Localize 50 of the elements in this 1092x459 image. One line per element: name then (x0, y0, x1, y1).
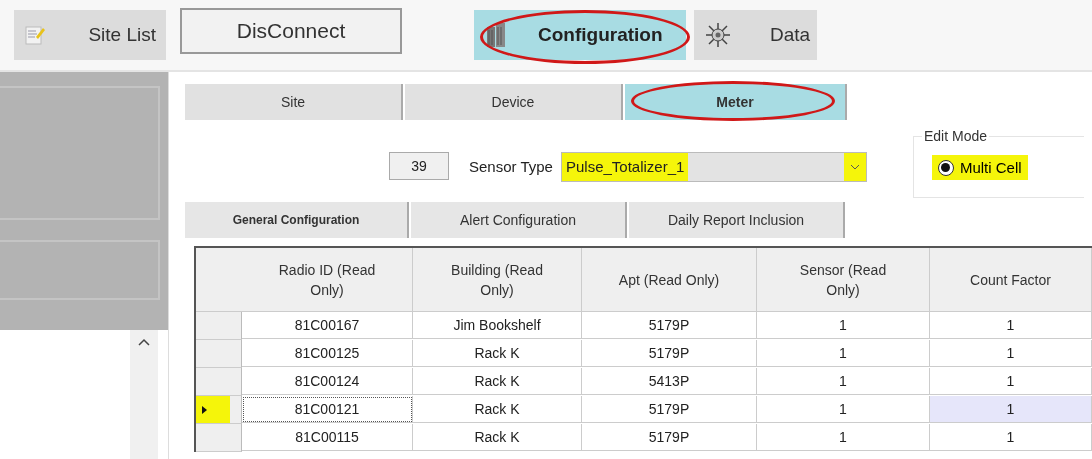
table-cell[interactable]: 1 (930, 340, 1092, 367)
field-label: Sensor Type (469, 158, 553, 175)
tab[interactable]: General Configuration (185, 202, 409, 238)
nav-button[interactable]: Site List (14, 10, 166, 60)
table-cell[interactable]: Rack K (413, 368, 582, 395)
table-cell[interactable]: Rack K (413, 396, 582, 423)
table-cell[interactable]: 1 (930, 368, 1092, 395)
tab[interactable]: Site (185, 84, 403, 120)
row-header[interactable] (196, 312, 242, 340)
sensor-type-dropdown[interactable]: Pulse_Totalizer_1 (560, 152, 867, 182)
table-cell[interactable]: 5179P (582, 340, 757, 367)
scrollbar[interactable] (130, 330, 158, 459)
table-cell[interactable]: Jim Bookshelf (413, 312, 582, 339)
count-field[interactable]: 39 (389, 152, 449, 180)
table-cell[interactable]: 1 (757, 424, 930, 451)
nav-button[interactable]: DisConnect (180, 8, 402, 54)
table-cell[interactable]: 1 (757, 340, 930, 367)
tab[interactable]: Alert Configuration (411, 202, 627, 238)
row-header[interactable] (196, 424, 242, 452)
notepad-icon (24, 24, 46, 46)
table-cell[interactable]: 81C00167 (242, 312, 413, 339)
row-header[interactable] (196, 340, 242, 368)
table-cell[interactable]: 81C00115 (242, 424, 413, 451)
table-cell[interactable]: 5179P (582, 396, 757, 423)
table-cell[interactable]: Rack K (413, 424, 582, 451)
table-cell[interactable]: 5179P (582, 312, 757, 339)
row-header[interactable] (196, 396, 242, 424)
radio-option[interactable]: Multi Cell (931, 155, 1028, 180)
group-title: Edit Mode (921, 128, 989, 144)
nav-button[interactable]: Data (694, 10, 817, 60)
table-cell[interactable]: 81C00125 (242, 340, 413, 367)
tab[interactable]: Meter (625, 84, 847, 120)
tab[interactable]: Daily Report Inclusion (629, 202, 845, 238)
column-header[interactable]: Building (Read Only) (413, 248, 582, 312)
table-cell[interactable]: 1 (757, 312, 930, 339)
table-cell[interactable]: 1 (930, 312, 1092, 339)
row-pointer-icon (202, 405, 207, 414)
table-cell[interactable]: 5413P (582, 368, 757, 395)
table-cell[interactable]: 81C00124 (242, 368, 413, 395)
column-header[interactable]: Apt (Read Only) (582, 248, 757, 312)
table-cell[interactable]: 1 (757, 368, 930, 395)
column-header[interactable]: Count Factor (930, 248, 1092, 312)
column-header[interactable]: Sensor (Read Only) (757, 248, 930, 312)
table-cell[interactable]: 1 (930, 424, 1092, 451)
table-cell[interactable]: Rack K (413, 340, 582, 367)
table-cell[interactable]: 5179P (582, 424, 757, 451)
table-cell[interactable]: 1 (930, 396, 1092, 423)
tab[interactable]: Device (405, 84, 623, 120)
row-header[interactable] (196, 368, 242, 396)
table-cell[interactable]: 81C00121 (242, 396, 413, 423)
